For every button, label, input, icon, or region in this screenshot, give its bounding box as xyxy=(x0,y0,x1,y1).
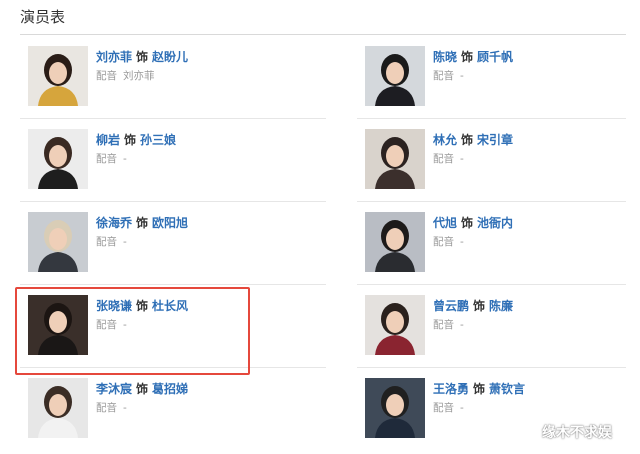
voice-actor: - xyxy=(123,153,127,165)
cast-card[interactable]: 曾云鹏饰陈廉 配音 - xyxy=(357,285,640,367)
plays-connector: 饰 xyxy=(473,299,486,313)
voice-actor: 刘亦菲 xyxy=(123,70,155,82)
cast-credit: 王洛勇饰萧钦言 xyxy=(433,380,525,397)
row-divider xyxy=(357,367,626,368)
actor-photo[interactable] xyxy=(28,129,88,189)
voice-credit: 配音 - xyxy=(96,151,127,166)
actor-photo[interactable] xyxy=(365,378,425,438)
plays-connector: 饰 xyxy=(136,50,149,64)
cast-credit: 曾云鹏饰陈廉 xyxy=(433,297,513,314)
watermark: 缘木不求娱 xyxy=(542,425,612,441)
voice-actor: - xyxy=(460,70,464,82)
role-name-link[interactable]: 宋引章 xyxy=(477,133,513,147)
cast-card[interactable]: 柳岩饰孙三娘 配音 - xyxy=(20,119,320,201)
voice-credit: 配音 - xyxy=(433,317,464,332)
cast-card[interactable]: 陈晓饰顾千帆 配音 - xyxy=(357,36,640,118)
voice-label: 配音 xyxy=(433,236,454,248)
cast-card[interactable]: 刘亦菲饰赵盼儿 配音 刘亦菲 xyxy=(20,36,320,118)
plays-connector: 饰 xyxy=(473,382,486,396)
cast-card[interactable]: 李沐宸饰葛招娣 配音 - xyxy=(20,368,320,450)
voice-credit: 配音 - xyxy=(96,234,127,249)
plays-connector: 饰 xyxy=(124,133,137,147)
cast-card[interactable]: 徐海乔饰欧阳旭 配音 - xyxy=(20,202,320,284)
voice-label: 配音 xyxy=(96,153,117,165)
voice-credit: 配音 - xyxy=(433,68,464,83)
cast-card[interactable]: 代旭饰池衙内 配音 - xyxy=(357,202,640,284)
voice-label: 配音 xyxy=(96,402,117,414)
actor-photo[interactable] xyxy=(28,212,88,272)
voice-credit: 配音 - xyxy=(433,400,464,415)
voice-actor: - xyxy=(460,236,464,248)
actor-name-link[interactable]: 陈晓 xyxy=(433,50,457,64)
actor-photo[interactable] xyxy=(28,378,88,438)
plays-connector: 饰 xyxy=(461,133,474,147)
cast-credit: 林允饰宋引章 xyxy=(433,131,513,148)
voice-label: 配音 xyxy=(96,236,117,248)
highlight-box xyxy=(15,287,250,375)
row-divider xyxy=(20,201,326,202)
section-title: 演员表 xyxy=(20,8,66,26)
row-divider xyxy=(357,118,626,119)
plays-connector: 饰 xyxy=(461,216,474,230)
role-name-link[interactable]: 萧钦言 xyxy=(489,382,525,396)
row-divider xyxy=(357,284,626,285)
row-divider xyxy=(20,118,326,119)
row-divider xyxy=(20,284,326,285)
actor-photo[interactable] xyxy=(365,212,425,272)
role-name-link[interactable]: 陈廉 xyxy=(489,299,513,313)
role-name-link[interactable]: 池衙内 xyxy=(477,216,513,230)
cast-credit: 柳岩饰孙三娘 xyxy=(96,131,176,148)
cast-credit: 刘亦菲饰赵盼儿 xyxy=(96,48,188,65)
actor-photo[interactable] xyxy=(365,129,425,189)
cast-credit: 徐海乔饰欧阳旭 xyxy=(96,214,188,231)
row-divider xyxy=(357,201,626,202)
voice-credit: 配音 刘亦菲 xyxy=(96,68,155,83)
actor-name-link[interactable]: 柳岩 xyxy=(96,133,120,147)
voice-label: 配音 xyxy=(433,153,454,165)
cast-card[interactable]: 林允饰宋引章 配音 - xyxy=(357,119,640,201)
voice-label: 配音 xyxy=(433,319,454,331)
role-name-link[interactable]: 顾千帆 xyxy=(477,50,513,64)
actor-name-link[interactable]: 刘亦菲 xyxy=(96,50,132,64)
actor-name-link[interactable]: 王洛勇 xyxy=(433,382,469,396)
voice-label: 配音 xyxy=(96,70,117,82)
plays-connector: 饰 xyxy=(136,382,149,396)
cast-credit: 代旭饰池衙内 xyxy=(433,214,513,231)
actor-name-link[interactable]: 曾云鹏 xyxy=(433,299,469,313)
voice-credit: 配音 - xyxy=(96,400,127,415)
cast-credit: 陈晓饰顾千帆 xyxy=(433,48,513,65)
actor-name-link[interactable]: 李沐宸 xyxy=(96,382,132,396)
voice-credit: 配音 - xyxy=(433,234,464,249)
actor-photo[interactable] xyxy=(365,295,425,355)
voice-label: 配音 xyxy=(433,70,454,82)
voice-actor: - xyxy=(460,153,464,165)
actor-name-link[interactable]: 代旭 xyxy=(433,216,457,230)
voice-actor: - xyxy=(460,319,464,331)
plays-connector: 饰 xyxy=(136,216,149,230)
title-rule xyxy=(20,34,626,35)
plays-connector: 饰 xyxy=(461,50,474,64)
role-name-link[interactable]: 葛招娣 xyxy=(152,382,188,396)
voice-label: 配音 xyxy=(433,402,454,414)
role-name-link[interactable]: 赵盼儿 xyxy=(152,50,188,64)
voice-actor: - xyxy=(123,402,127,414)
actor-name-link[interactable]: 林允 xyxy=(433,133,457,147)
cast-credit: 李沐宸饰葛招娣 xyxy=(96,380,188,397)
voice-actor: - xyxy=(123,236,127,248)
actor-name-link[interactable]: 徐海乔 xyxy=(96,216,132,230)
actor-photo[interactable] xyxy=(28,46,88,106)
voice-actor: - xyxy=(460,402,464,414)
role-name-link[interactable]: 孙三娘 xyxy=(140,133,176,147)
actor-photo[interactable] xyxy=(365,46,425,106)
voice-credit: 配音 - xyxy=(433,151,464,166)
role-name-link[interactable]: 欧阳旭 xyxy=(152,216,188,230)
